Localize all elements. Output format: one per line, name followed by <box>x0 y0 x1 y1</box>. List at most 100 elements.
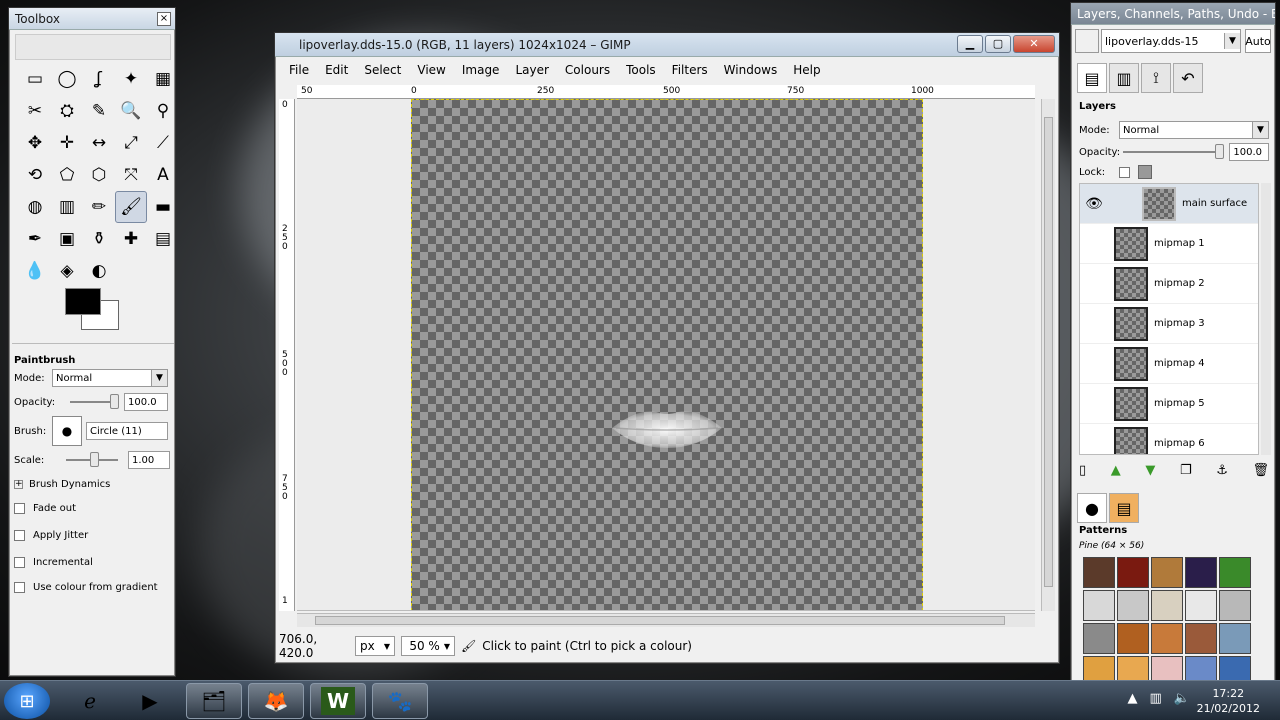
tool-button[interactable]: ▭ <box>19 63 51 95</box>
tool-button[interactable]: ⚱ <box>83 223 115 255</box>
use-colour-gradient-checkbox[interactable] <box>14 581 25 593</box>
layer-row[interactable]: 👁 main surface <box>1080 184 1258 224</box>
scale-slider[interactable] <box>66 452 118 467</box>
expand-icon[interactable]: + <box>14 479 23 489</box>
menu-layer[interactable]: Layer <box>507 63 556 77</box>
slider-handle[interactable] <box>110 394 119 409</box>
tool-button[interactable]: ⛭ <box>51 95 83 127</box>
layers-opacity-slider[interactable] <box>1122 144 1224 159</box>
tool-button[interactable]: ✏ <box>83 191 115 223</box>
tool-button[interactable]: ▤ <box>147 223 179 255</box>
tool-button[interactable]: ⟲ <box>19 159 51 191</box>
tool-button[interactable]: ▣ <box>51 223 83 255</box>
menu-select[interactable]: Select <box>356 63 409 77</box>
lower-layer-icon[interactable]: ▼ <box>1145 463 1155 478</box>
duplicate-layer-icon[interactable]: ❐ <box>1180 463 1192 478</box>
brush-name[interactable]: Circle (11) <box>86 422 168 440</box>
menu-view[interactable]: View <box>409 63 453 77</box>
menu-tools[interactable]: Tools <box>618 63 664 77</box>
layer-row[interactable]: mipmap 2 <box>1080 264 1258 304</box>
foreground-color[interactable] <box>65 288 101 315</box>
tool-button[interactable]: A <box>147 159 179 191</box>
layers-mode-select[interactable]: Normal ▼ <box>1119 121 1269 139</box>
incremental-checkbox[interactable] <box>14 556 25 568</box>
tool-button[interactable]: ✚ <box>115 223 147 255</box>
pattern-swatch[interactable] <box>1117 623 1149 654</box>
layers-scrollbar[interactable] <box>1261 183 1271 455</box>
pattern-swatch[interactable] <box>1083 623 1115 654</box>
tool-button[interactable]: ⟋ <box>147 127 179 159</box>
tool-button[interactable]: ◍ <box>19 191 51 223</box>
tool-button[interactable]: ◈ <box>51 255 83 287</box>
pattern-swatch[interactable] <box>1151 623 1183 654</box>
layer-row[interactable]: mipmap 5 <box>1080 384 1258 424</box>
firefox-icon[interactable]: 🦊 <box>248 683 304 719</box>
anchor-layer-icon[interactable]: ⚓ <box>1216 463 1228 478</box>
pattern-swatch[interactable] <box>1219 623 1251 654</box>
tool-button[interactable]: ⬠ <box>51 159 83 191</box>
slider-handle[interactable] <box>90 452 99 467</box>
pattern-swatch[interactable] <box>1117 557 1149 588</box>
close-button[interactable]: ✕ <box>1013 35 1055 53</box>
tool-button[interactable]: ▥ <box>51 191 83 223</box>
media-player-icon[interactable]: ▶ <box>122 683 178 719</box>
pattern-swatch[interactable] <box>1185 590 1217 621</box>
clock[interactable]: 17:22 21/02/2012 <box>1197 686 1260 716</box>
maximize-button[interactable]: ▢ <box>985 35 1011 53</box>
zoom-select[interactable]: 50 % ▼ <box>401 636 455 656</box>
volume-icon[interactable]: 🔈 <box>1174 691 1190 706</box>
tool-button[interactable]: ✥ <box>19 127 51 159</box>
tab-paths-icon[interactable]: ⟟ <box>1141 63 1171 93</box>
scale-spin[interactable]: 1.00 <box>128 451 170 469</box>
slider-handle[interactable] <box>1214 144 1224 159</box>
menu-file[interactable]: File <box>281 63 317 77</box>
lock-alpha-icon[interactable] <box>1138 165 1152 179</box>
pattern-swatch[interactable] <box>1219 590 1251 621</box>
tool-button[interactable]: 💧 <box>19 255 51 287</box>
raise-layer-icon[interactable]: ▲ <box>1111 463 1121 478</box>
start-button[interactable]: ⊞ <box>4 683 50 719</box>
vertical-scrollbar[interactable] <box>1041 99 1055 611</box>
tool-button[interactable]: ʆ <box>83 63 115 95</box>
pattern-swatch[interactable] <box>1083 557 1115 588</box>
apply-jitter-checkbox[interactable] <box>14 529 25 541</box>
explorer-folder-icon[interactable]: 🗂 <box>186 683 242 719</box>
horizontal-scrollbar[interactable] <box>297 613 1035 627</box>
tool-button[interactable]: ⚲ <box>147 95 179 127</box>
fade-out-checkbox[interactable] <box>14 502 25 514</box>
tool-button[interactable]: ⬡ <box>83 159 115 191</box>
tool-button[interactable]: ✦ <box>115 63 147 95</box>
scroll-thumb[interactable] <box>1044 117 1053 587</box>
opacity-slider[interactable] <box>70 394 119 409</box>
opacity-spin[interactable]: 100.0 <box>124 393 168 411</box>
tool-button[interactable]: ⤧ <box>115 159 147 191</box>
pattern-swatch[interactable] <box>1117 590 1149 621</box>
pattern-swatch[interactable] <box>1151 557 1183 588</box>
menu-windows[interactable]: Windows <box>716 63 786 77</box>
tool-button[interactable]: 🖌 <box>115 191 147 223</box>
auto-button[interactable]: Auto <box>1245 29 1271 53</box>
tool-button[interactable]: ✛ <box>51 127 83 159</box>
new-layer-icon[interactable]: ▯ <box>1079 463 1086 478</box>
visibility-eye-icon[interactable]: 👁 <box>1080 196 1108 212</box>
tool-button[interactable]: ◐ <box>83 255 115 287</box>
lock-pixels-checkbox[interactable] <box>1119 166 1130 178</box>
tab-layers-icon[interactable]: ▤ <box>1077 63 1107 93</box>
tool-button[interactable]: ▬ <box>147 191 179 223</box>
menu-help[interactable]: Help <box>785 63 828 77</box>
layers-opacity-spin[interactable]: 100.0 <box>1229 143 1269 161</box>
brush-preview-icon[interactable]: ● <box>52 416 82 446</box>
layer-row[interactable]: mipmap 1 <box>1080 224 1258 264</box>
mode-select[interactable]: Normal ▼ <box>52 369 168 387</box>
fg-bg-colors[interactable] <box>65 288 125 334</box>
unit-select[interactable]: px ▼ <box>355 636 395 656</box>
canvas-area[interactable] <box>297 99 1035 611</box>
image-canvas[interactable] <box>411 99 923 610</box>
tab-channels-icon[interactable]: ▥ <box>1109 63 1139 93</box>
tab-patterns-icon[interactable]: ▤ <box>1109 493 1139 523</box>
layer-row[interactable]: mipmap 3 <box>1080 304 1258 344</box>
pattern-swatch[interactable] <box>1151 590 1183 621</box>
menu-image[interactable]: Image <box>454 63 508 77</box>
tool-button[interactable]: ✎ <box>83 95 115 127</box>
delete-layer-icon[interactable]: 🗑 <box>1252 463 1269 478</box>
